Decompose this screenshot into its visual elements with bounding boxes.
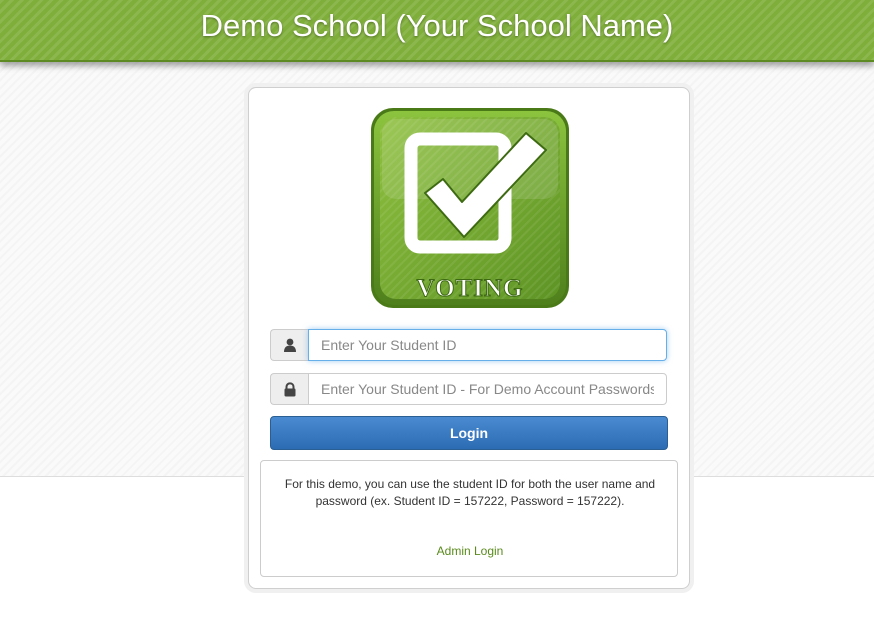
student-id-input[interactable] <box>308 329 667 361</box>
school-title: Demo School (Your School Name) <box>200 8 674 43</box>
user-icon <box>270 329 308 361</box>
logo-text: VOTING <box>417 275 524 302</box>
page-header: Demo School (Your School Name) <box>0 0 874 62</box>
demo-info-box: For this demo, you can use the student I… <box>260 460 678 577</box>
password-group <box>270 373 667 405</box>
admin-login-link[interactable]: Admin Login <box>261 544 679 558</box>
password-input[interactable] <box>308 373 667 405</box>
lock-icon <box>270 373 308 405</box>
demo-info-text: For this demo, you can use the student I… <box>284 477 656 508</box>
login-button[interactable]: Login <box>270 416 668 450</box>
student-id-group <box>270 329 667 361</box>
voting-logo: VOTING <box>371 108 569 308</box>
login-panel: VOTING Login For this demo, you can use … <box>248 87 690 589</box>
